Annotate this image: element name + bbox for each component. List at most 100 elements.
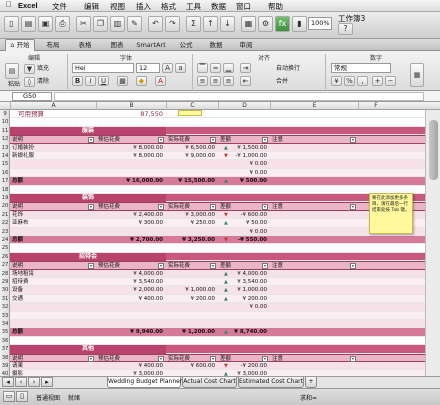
page-layout-view-icon[interactable]: ▯ (16, 391, 28, 402)
difference[interactable]: -¥ 200.00 (218, 362, 270, 370)
estimated-cost[interactable]: ¥ 8,000.00 (96, 152, 166, 160)
tab-charts[interactable]: 图表 (104, 40, 130, 51)
row-number[interactable]: 39 (0, 362, 10, 370)
menu-format[interactable]: 格式 (161, 1, 176, 12)
difference[interactable] (218, 312, 270, 320)
gallery-icon[interactable]: ▦ (241, 16, 256, 32)
number-format-select[interactable]: 常规 (331, 63, 391, 73)
actual-cost[interactable] (166, 278, 218, 286)
estimated-cost[interactable] (96, 320, 166, 328)
item-name[interactable] (10, 228, 96, 236)
dropdown-arrow-icon[interactable]: ▾ (88, 263, 94, 270)
section-title[interactable]: 招待会 (10, 252, 166, 262)
sort-descending-icon[interactable]: ↓ (220, 16, 235, 32)
dropdown-arrow-icon[interactable]: ▾ (158, 263, 164, 270)
scroll-thumb[interactable] (429, 120, 438, 180)
item-name[interactable]: 请柬 (10, 362, 96, 370)
difference[interactable]: ¥ 200.00 (218, 295, 270, 303)
estimated-cost[interactable] (96, 312, 166, 320)
actual-cost[interactable] (166, 312, 218, 320)
notes-cell[interactable] (270, 278, 358, 286)
prev-sheet-icon[interactable]: ‹ (15, 377, 27, 387)
dropdown-arrow-icon[interactable]: ▾ (158, 204, 164, 211)
menu-data[interactable]: 数据 (211, 1, 226, 12)
open-icon[interactable]: ▤ (21, 16, 36, 32)
row-number[interactable]: 22 (0, 219, 10, 227)
difference[interactable]: ¥ 0.00 (218, 160, 270, 168)
align-center-icon[interactable]: ≡ (210, 76, 221, 86)
total-difference[interactable]: ¥ 500.00 (218, 177, 270, 185)
item-name[interactable]: 新娘礼服 (10, 152, 96, 160)
outdent-icon[interactable]: ⇤ (240, 76, 251, 86)
estimated-cost[interactable]: ¥ 3,540.00 (96, 278, 166, 286)
font-name-select[interactable]: Hei (72, 63, 134, 73)
increase-decimal-icon[interactable]: + (372, 76, 383, 86)
undo-icon[interactable]: ↶ (148, 16, 163, 32)
name-box[interactable]: G50 (12, 92, 52, 101)
actual-cost[interactable]: ¥ 200.00 (166, 295, 218, 303)
menu-tools[interactable]: 工具 (186, 1, 201, 12)
row-number[interactable]: 16 (0, 169, 10, 177)
difference[interactable]: -¥ 1,000.00 (218, 152, 270, 160)
column-header-c[interactable]: C (166, 102, 218, 110)
dropdown-arrow-icon[interactable]: ▾ (210, 263, 216, 270)
print-icon[interactable]: ⎙ (55, 16, 70, 32)
actual-cost[interactable]: ¥ 1,000.00 (166, 286, 218, 294)
tab-review[interactable]: 审阅 (234, 40, 258, 51)
italic-icon[interactable]: I (85, 76, 96, 86)
budget-label[interactable]: 可用预算 (10, 110, 96, 118)
first-sheet-icon[interactable]: ◂ (2, 377, 14, 387)
item-name[interactable]: 场地租赁 (10, 270, 96, 278)
actual-cost[interactable]: ¥ 250.00 (166, 219, 218, 227)
next-sheet-icon[interactable]: › (28, 377, 40, 387)
estimated-cost[interactable]: ¥ 400.00 (96, 362, 166, 370)
row-number[interactable]: 20 (0, 202, 10, 210)
row-number[interactable]: 31 (0, 295, 10, 303)
align-middle-icon[interactable]: ═ (210, 63, 221, 73)
estimated-cost[interactable] (96, 169, 166, 177)
percent-icon[interactable]: % (344, 76, 355, 86)
item-name[interactable]: 亚麻布 (10, 219, 96, 227)
cut-icon[interactable]: ✂ (76, 16, 91, 32)
total-actual[interactable]: ¥ 3,250.00 (166, 236, 218, 244)
notes-cell[interactable] (270, 303, 358, 311)
tab-smartart[interactable]: SmartArt (134, 40, 168, 51)
estimated-cost[interactable] (96, 160, 166, 168)
column-header-a[interactable]: A (10, 102, 96, 110)
item-name[interactable]: 订婚装扮 (10, 144, 96, 152)
total-label[interactable]: 总额 (10, 177, 96, 185)
actual-cost[interactable] (166, 169, 218, 177)
estimated-cost[interactable] (96, 228, 166, 236)
row-number[interactable]: 26 (0, 253, 10, 261)
row-number[interactable]: 14 (0, 152, 10, 160)
font-color-icon[interactable]: A (155, 76, 166, 86)
function-icon[interactable]: fx (275, 16, 290, 32)
notes-cell[interactable] (270, 228, 358, 236)
worksheet-grid[interactable]: 9 10 11 12 13 14 15 16 17 18 19 20 21 22 23 24 25 26 27 28 2… (0, 110, 425, 376)
actual-cost[interactable] (166, 270, 218, 278)
sort-ascending-icon[interactable]: ↑ (203, 16, 218, 32)
menu-excel[interactable]: Excel (18, 1, 38, 10)
row-number[interactable]: 24 (0, 236, 10, 244)
total-estimated[interactable]: ¥ 9,940.00 (96, 328, 166, 336)
comma-icon[interactable]: , (357, 76, 368, 86)
menu-insert[interactable]: 插入 (136, 1, 151, 12)
menu-window[interactable]: 窗口 (236, 1, 251, 12)
menu-help[interactable]: 帮助 (268, 1, 283, 12)
row-number[interactable]: 18 (0, 186, 10, 194)
dropdown-arrow-icon[interactable]: ▾ (88, 137, 94, 144)
row-number[interactable]: 19 (0, 194, 10, 202)
column-header-f[interactable]: F (358, 102, 393, 110)
paste-button[interactable]: ▤ (5, 63, 19, 79)
align-bottom-icon[interactable]: ▁ (223, 63, 234, 73)
estimated-cost[interactable] (96, 303, 166, 311)
redo-icon[interactable]: ↷ (165, 16, 180, 32)
notes-cell[interactable] (270, 286, 358, 294)
difference[interactable]: ¥ 0.00 (218, 169, 270, 177)
dropdown-arrow-icon[interactable]: ▾ (210, 355, 216, 362)
row-number[interactable]: 35 (0, 328, 10, 336)
total-difference[interactable]: ¥ 8,740.00 (218, 328, 270, 336)
difference[interactable]: ¥ 1,500.00 (218, 144, 270, 152)
total-actual[interactable]: ¥ 15,500.00 (166, 177, 218, 185)
fill-color-icon[interactable]: ◆ (136, 76, 147, 86)
